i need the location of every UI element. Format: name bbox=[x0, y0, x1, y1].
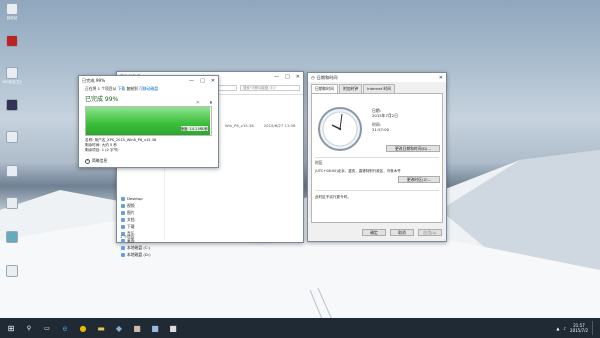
app-icon[interactable]: ■ bbox=[130, 321, 144, 335]
taskbar: ⊞ ⚲ ▭ e ● ▬ ◆ ■ ■ ■ ▲ ♪ 21:57 2015/7/2 bbox=[0, 318, 600, 338]
datetime-titlebar: ◷ 日期和时间 ✕ bbox=[308, 73, 446, 82]
start-windows-icon[interactable]: ⊞ bbox=[4, 321, 18, 335]
sidebar-item[interactable]: Desktop bbox=[117, 195, 164, 202]
chevron-up-icon: ^ bbox=[85, 158, 90, 164]
file-icon[interactable] bbox=[2, 196, 22, 222]
folder-icon bbox=[121, 224, 125, 229]
tab-datetime[interactable]: 日期和时间 bbox=[311, 84, 338, 93]
close-icon[interactable]: ✕ bbox=[296, 74, 300, 80]
file-row[interactable]: Win_P6_v15.36 2015/6/27 11:36 bbox=[225, 123, 303, 128]
timezone-section: 时区 (UTC+08:00)北京，重庆，香港特别行政区，乌鲁木齐 bbox=[315, 157, 439, 174]
change-datetime-button[interactable]: 更改日期和时间(D)... bbox=[386, 145, 440, 152]
apply-button[interactable]: 应用(A) bbox=[418, 229, 442, 236]
maximize-icon[interactable]: □ bbox=[285, 74, 290, 80]
folder-icon bbox=[121, 203, 125, 208]
time-value: 21:57:00 bbox=[372, 127, 390, 132]
tray-clock[interactable]: 21:57 2015/7/2 bbox=[570, 323, 588, 333]
sidebar-item[interactable]: 视频 bbox=[117, 202, 164, 209]
file-icon[interactable] bbox=[2, 264, 22, 290]
task-view-icon[interactable]: ▭ bbox=[40, 321, 54, 335]
copy-description: 正在将 1 个项目从 下载 复制到 可移动磁盘 bbox=[85, 86, 159, 91]
app-icon[interactable] bbox=[2, 34, 22, 60]
cancel-button[interactable]: 取消 bbox=[390, 229, 414, 236]
datetime-dialog[interactable]: ◷ 日期和时间 ✕ 日期和时间 附加时钟 Internet 时间 日期: 201… bbox=[307, 72, 447, 242]
drive-icon bbox=[121, 245, 125, 250]
tab-internet-time[interactable]: Internet 时间 bbox=[363, 84, 396, 93]
drive-icon bbox=[121, 252, 125, 257]
recycle-bin-icon[interactable]: 回收站 bbox=[2, 2, 22, 28]
source-link[interactable]: 下载 bbox=[118, 86, 126, 91]
analog-clock-icon bbox=[318, 107, 362, 151]
ok-button[interactable]: 确定 bbox=[362, 229, 386, 236]
volume-icon[interactable]: ♪ bbox=[563, 326, 566, 331]
copy-titlebar: 已完成 99% — □ ✕ bbox=[79, 76, 218, 85]
explorer-status: 1 个项目 bbox=[120, 235, 135, 239]
copy-details: 名称: 用户名_XPS_2015_Win8_P6_v15.36 剩余时间: 大约… bbox=[79, 138, 218, 153]
tab-additional-clocks[interactable]: 附加时钟 bbox=[338, 84, 363, 93]
fewer-details-button[interactable]: ^ 简略信息 bbox=[85, 158, 107, 164]
destination-link[interactable]: 可移动磁盘 bbox=[139, 86, 158, 91]
date-time-values: 日期: 2015年7月2日 时间: 21:57:00 bbox=[372, 108, 398, 132]
sidebar-item[interactable]: 下载 bbox=[117, 223, 164, 230]
speed-label: 速度: 14.1 MB/秒 bbox=[180, 126, 208, 131]
folder-icon bbox=[121, 217, 125, 222]
sidebar-item[interactable]: 文档 bbox=[117, 216, 164, 223]
chrome-icon[interactable]: ● bbox=[76, 321, 90, 335]
dialog-footer: 确定 取消 应用(A) bbox=[308, 229, 446, 237]
copy-title: 已完成 99% bbox=[82, 77, 106, 83]
close-icon[interactable]: ✕ bbox=[211, 78, 215, 84]
timezone-value: (UTC+08:00)北京，重庆，香港特别行政区，乌鲁木齐 bbox=[315, 169, 401, 173]
app-icon[interactable] bbox=[2, 98, 22, 124]
show-desktop-button[interactable] bbox=[592, 321, 596, 335]
sidebar-item[interactable]: 本地磁盘 (D:) bbox=[117, 251, 164, 258]
datetime-title: 日期和时间 bbox=[316, 74, 338, 80]
clock-small-icon: ◷ bbox=[311, 75, 315, 80]
speed-graph: 速度: 14.1 MB/秒 bbox=[85, 106, 212, 136]
file-icon[interactable] bbox=[2, 130, 22, 156]
change-timezone-button[interactable]: 更改时区(Z)... bbox=[398, 176, 440, 183]
maximize-icon[interactable]: □ bbox=[200, 78, 205, 84]
minimize-icon[interactable]: — bbox=[274, 74, 279, 80]
minimize-icon[interactable]: — bbox=[189, 78, 194, 84]
file-icon[interactable]: 360安全卫士 bbox=[2, 66, 22, 92]
search-input[interactable]: 搜索"可移动磁盘 (E:)" bbox=[240, 84, 300, 91]
close-icon[interactable]: ✕ bbox=[439, 75, 443, 81]
search-icon[interactable]: ⚲ bbox=[22, 321, 36, 335]
system-tray: ▲ ♪ 21:57 2015/7/2 bbox=[556, 321, 600, 335]
date-value: 2015年7月2日 bbox=[372, 113, 398, 118]
sidebar-item[interactable]: 图片 bbox=[117, 209, 164, 216]
app-icon[interactable]: ■ bbox=[148, 321, 162, 335]
datetime-tabs: 日期和时间 附加时钟 Internet 时间 bbox=[308, 84, 446, 93]
file-icon[interactable] bbox=[2, 230, 22, 256]
copy-progress-dialog[interactable]: 已完成 99% — □ ✕ 正在将 1 个项目从 下载 复制到 可移动磁盘 已完成 … bbox=[78, 75, 219, 168]
app-icon[interactable]: ■ bbox=[166, 321, 180, 335]
sidebar-item[interactable]: 本地磁盘 (C:) bbox=[117, 244, 164, 251]
network-icon[interactable]: ▲ bbox=[556, 326, 559, 331]
datetime-panel: 日期: 2015年7月2日 时间: 21:57:00 更改日期和时间(D)...… bbox=[311, 93, 443, 223]
items-left-label: 剩余项目: 1 (0 字节) bbox=[85, 148, 119, 152]
folder-icon[interactable]: ▬ bbox=[94, 321, 108, 335]
file-icon[interactable] bbox=[2, 164, 22, 190]
folder-icon bbox=[121, 210, 125, 215]
dst-note: 此时区不实行夏令时。 bbox=[315, 190, 439, 200]
folder-icon bbox=[121, 196, 125, 201]
edge-icon[interactable]: e bbox=[58, 321, 72, 335]
app-icon[interactable]: ◆ bbox=[112, 321, 126, 335]
